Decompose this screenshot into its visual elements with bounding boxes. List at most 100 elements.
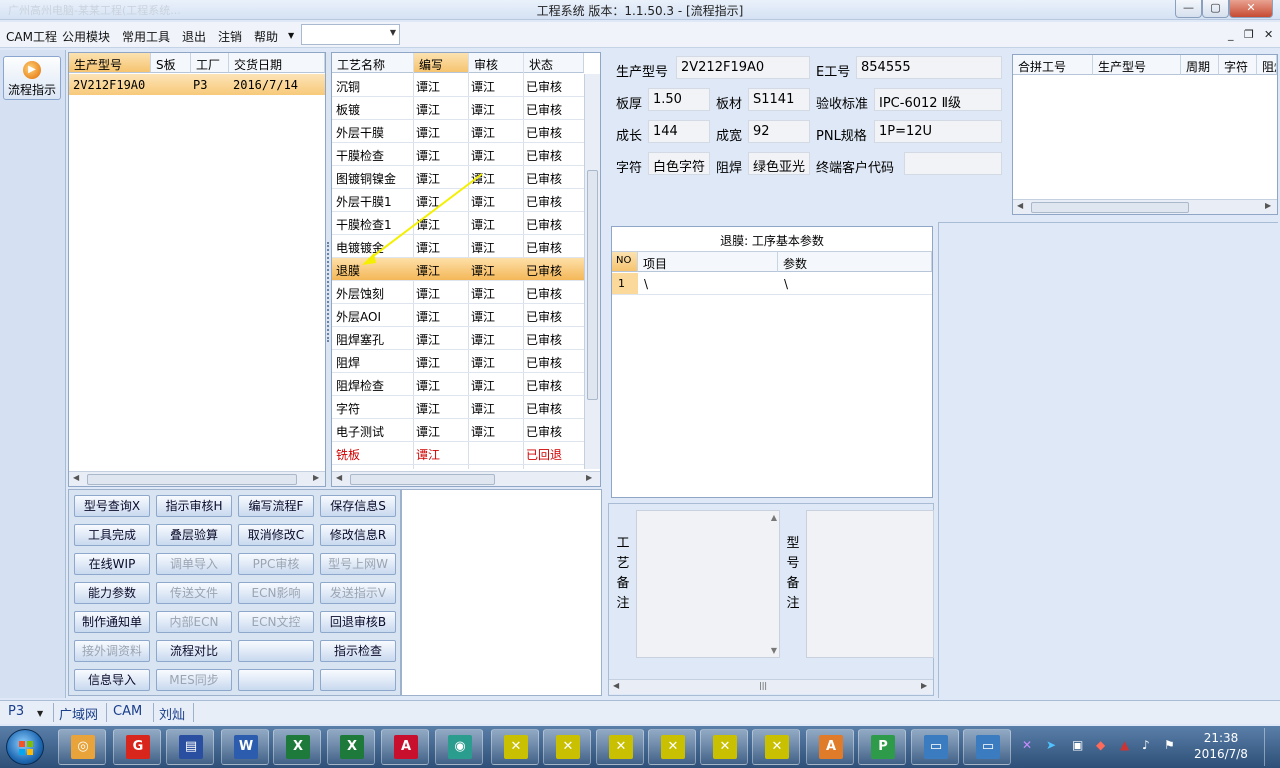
field-acceptance[interactable]: IPC-6012 Ⅱ级: [874, 88, 1002, 111]
function-button-3-3[interactable]: 发送指示V: [320, 582, 396, 604]
clock[interactable]: 21:38 2016/7/8: [1192, 730, 1250, 762]
col-header-merge-number[interactable]: 合拼工号: [1013, 55, 1093, 75]
mdi-restore-icon[interactable]: ❐: [1244, 28, 1254, 41]
function-button-4-0[interactable]: 制作通知单: [74, 611, 150, 633]
factory-dropdown-icon[interactable]: ▼: [37, 709, 43, 718]
scroll-right-icon[interactable]: ▶: [586, 473, 592, 482]
function-button-1-3[interactable]: 修改信息R: [320, 524, 396, 546]
menu-logout[interactable]: 注销: [218, 28, 242, 45]
scroll-left-icon[interactable]: ◀: [336, 473, 342, 482]
menu-combo[interactable]: ▼: [301, 24, 400, 45]
scroll-right-icon[interactable]: ▶: [921, 681, 927, 690]
col-header-item[interactable]: 项目: [638, 252, 778, 272]
tray-device-icon[interactable]: ▣: [1072, 738, 1083, 752]
function-button-6-1[interactable]: MES同步: [156, 669, 232, 691]
function-button-6-3[interactable]: [320, 669, 396, 691]
menu-help[interactable]: 帮助: [254, 28, 278, 45]
merge-grid-hscroll[interactable]: ◀ ▶: [1013, 199, 1277, 214]
tray-x-icon[interactable]: ✕: [1022, 738, 1032, 752]
function-button-1-1[interactable]: 叠层验算: [156, 524, 232, 546]
taskbar-pdf-icon[interactable]: A: [381, 729, 429, 765]
taskbar-eye-icon[interactable]: ◉: [435, 729, 483, 765]
field-model[interactable]: 2V212F19A0: [676, 56, 810, 79]
function-button-0-0[interactable]: 型号查询X: [74, 495, 150, 517]
process-list-hscroll[interactable]: ◀ ▶: [332, 471, 600, 486]
function-button-0-2[interactable]: 编写流程F: [238, 495, 314, 517]
product-list-hscroll[interactable]: ◀ ▶: [69, 471, 325, 486]
start-button[interactable]: [6, 729, 44, 765]
scroll-left-icon[interactable]: ◀: [73, 473, 79, 482]
tray-network-icon[interactable]: ➤: [1046, 738, 1056, 752]
maximize-button[interactable]: ▢: [1202, 0, 1229, 18]
notes-hscroll[interactable]: ◀ ||| ▶: [609, 679, 933, 694]
process-list-vscroll[interactable]: [584, 74, 600, 469]
col-header-model[interactable]: 生产型号: [69, 53, 151, 73]
taskbar-cam-window-icon[interactable]: ✕: [596, 729, 644, 765]
tray-volume-icon[interactable]: ♪: [1142, 738, 1150, 752]
scroll-left-icon[interactable]: ◀: [613, 681, 619, 690]
scroll-right-icon[interactable]: ▶: [313, 473, 319, 482]
nav-flow-instruction-button[interactable]: ▶ 流程指示: [3, 56, 61, 100]
function-button-5-0[interactable]: 接外调资料: [74, 640, 150, 662]
scroll-thumb[interactable]: [350, 474, 495, 485]
field-length[interactable]: 144: [648, 120, 710, 143]
field-e-number[interactable]: 854555: [856, 56, 1002, 79]
function-button-3-0[interactable]: 能力参数: [74, 582, 150, 604]
minimize-button[interactable]: —: [1175, 0, 1202, 18]
function-button-6-0[interactable]: 信息导入: [74, 669, 150, 691]
menu-exit[interactable]: 退出: [182, 28, 206, 45]
field-customer-code[interactable]: [904, 152, 1002, 175]
splitter-grip[interactable]: [327, 242, 330, 342]
menu-cam[interactable]: CAM工程: [6, 28, 57, 45]
scroll-thumb[interactable]: [87, 474, 297, 485]
col-header-delivery-date[interactable]: 交货日期: [229, 53, 325, 73]
function-button-3-1[interactable]: 传送文件: [156, 582, 232, 604]
taskbar-document-icon[interactable]: A: [806, 729, 854, 765]
taskbar-app-g-icon[interactable]: G: [113, 729, 161, 765]
taskbar-excel-icon[interactable]: X: [327, 729, 375, 765]
function-button-2-1[interactable]: 调单导入: [156, 553, 232, 575]
scroll-up-icon[interactable]: ▲: [771, 513, 777, 522]
field-material[interactable]: S1141: [748, 88, 810, 111]
function-button-4-1[interactable]: 内部ECN: [156, 611, 232, 633]
show-desktop-button[interactable]: [1264, 728, 1278, 766]
col-header-factory[interactable]: 工厂: [191, 53, 229, 73]
col-header-solder-mask[interactable]: 阻焊: [1257, 55, 1277, 75]
model-notes-field[interactable]: [806, 510, 934, 658]
function-button-2-3[interactable]: 型号上网W: [320, 553, 396, 575]
taskbar-p-app-icon[interactable]: P: [858, 729, 906, 765]
col-header-merge-model[interactable]: 生产型号: [1093, 55, 1181, 75]
function-button-4-3[interactable]: 回退审核B: [320, 611, 396, 633]
scroll-thumb[interactable]: [1031, 202, 1189, 213]
process-notes-field[interactable]: ▲ ▼: [636, 510, 780, 658]
function-button-1-2[interactable]: 取消修改C: [238, 524, 314, 546]
taskbar-cam-window-icon[interactable]: ✕: [491, 729, 539, 765]
field-solder-mask[interactable]: 绿色亚光: [748, 152, 810, 175]
mdi-minimize-icon[interactable]: _: [1228, 28, 1234, 41]
help-arrow-icon[interactable]: ▼: [288, 31, 294, 40]
function-button-5-3[interactable]: 指示检查: [320, 640, 396, 662]
scroll-left-icon[interactable]: ◀: [1017, 201, 1023, 210]
menu-tools[interactable]: 常用工具: [122, 28, 170, 45]
col-header-param[interactable]: 参数: [778, 252, 932, 272]
col-header-s-board[interactable]: S板: [151, 53, 191, 73]
mdi-close-icon[interactable]: ✕: [1264, 28, 1273, 41]
taskbar-word-icon[interactable]: W: [221, 729, 269, 765]
scroll-grip-icon[interactable]: |||: [759, 681, 767, 690]
tray-security-icon[interactable]: ◆: [1096, 738, 1105, 752]
function-button-6-2[interactable]: [238, 669, 314, 691]
function-button-0-3[interactable]: 保存信息S: [320, 495, 396, 517]
taskbar-cam-window-icon[interactable]: ✕: [700, 729, 748, 765]
function-button-3-2[interactable]: ECN影响: [238, 582, 314, 604]
tray-flag-icon[interactable]: ⚑: [1164, 738, 1175, 752]
function-button-5-2[interactable]: [238, 640, 314, 662]
function-button-2-0[interactable]: 在线WIP: [74, 553, 150, 575]
taskbar-save-icon[interactable]: ▤: [166, 729, 214, 765]
col-header-no[interactable]: NO: [612, 252, 638, 272]
taskbar-cam-window-icon[interactable]: ✕: [648, 729, 696, 765]
status-factory[interactable]: P3: [8, 704, 24, 719]
col-header-character[interactable]: 字符: [1219, 55, 1257, 75]
scroll-thumb[interactable]: [587, 170, 598, 400]
taskbar-excel-icon[interactable]: X: [273, 729, 321, 765]
function-button-0-1[interactable]: 指示审核H: [156, 495, 232, 517]
